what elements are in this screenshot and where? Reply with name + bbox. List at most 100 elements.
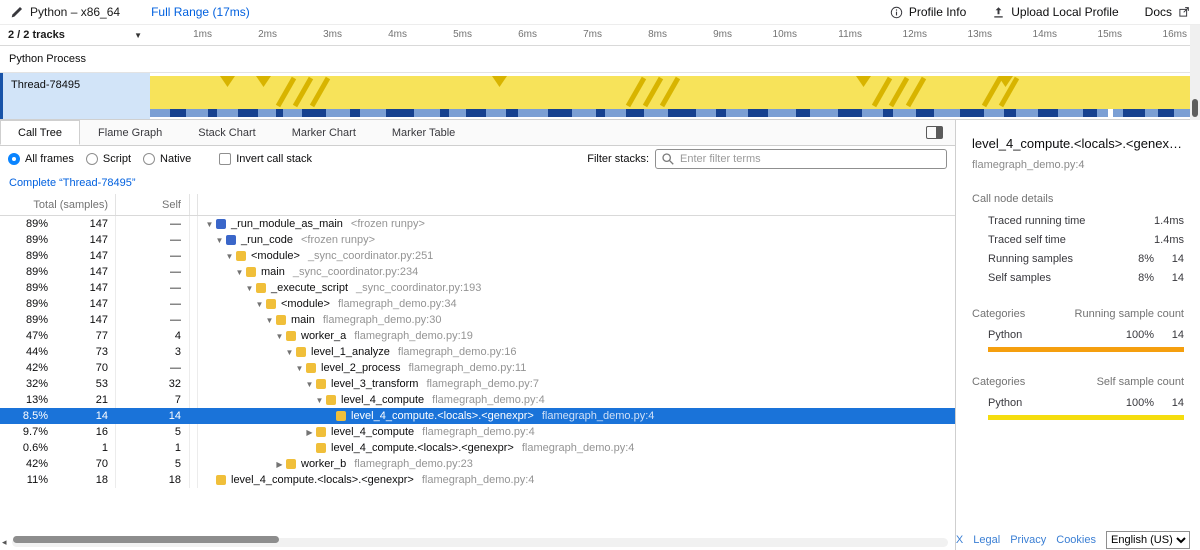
table-row[interactable]: 89%147—▼mainflamegraph_demo.py:30	[0, 312, 955, 328]
breadcrumb[interactable]: Complete “Thread-78495”	[0, 172, 955, 194]
thread-activity-graph[interactable]	[150, 73, 1190, 119]
selected-node-source: flamegraph_demo.py:4	[972, 159, 1184, 171]
expand-toggle-icon[interactable]: ▼	[274, 332, 285, 341]
source-location: flamegraph_demo.py:4	[422, 474, 535, 486]
sidebar-toggle-icon[interactable]	[926, 126, 943, 139]
table-row[interactable]: 89%147—▼_run_module_as_main<frozen runpy…	[0, 216, 955, 232]
scroll-left-arrow-icon[interactable]: ◂	[2, 537, 7, 548]
table-row[interactable]: 89%147—▼_run_code<frozen runpy>	[0, 232, 955, 248]
row-self-samples: 3	[116, 344, 190, 360]
table-row[interactable]: 89%147—▼<module>flamegraph_demo.py:34	[0, 296, 955, 312]
function-name: worker_b	[301, 458, 346, 470]
row-total-percent: 89%	[0, 282, 48, 294]
time-tick: 10ms	[735, 25, 800, 45]
tracks-dropdown[interactable]: 2 / 2 tracks ▼	[0, 25, 150, 45]
language-select[interactable]: English (US)	[1106, 531, 1190, 549]
vertical-scrollbar-thumb[interactable]	[1192, 99, 1198, 117]
time-tick: 8ms	[605, 25, 670, 45]
tab-flame-graph[interactable]: Flame Graph	[80, 120, 180, 145]
tab-stack-chart[interactable]: Stack Chart	[180, 120, 273, 145]
expand-toggle-icon[interactable]: ▼	[294, 364, 305, 373]
function-name: level_4_compute.<locals>.<genexpr>	[331, 442, 514, 454]
detail-percent: 8%	[1118, 272, 1154, 284]
expand-toggle-icon[interactable]: ▼	[204, 220, 215, 229]
row-total-percent: 47%	[0, 330, 48, 342]
table-row[interactable]: 89%147—▼main_sync_coordinator.py:234	[0, 264, 955, 280]
row-total-percent: 89%	[0, 218, 48, 230]
thread-track-label[interactable]: Thread-78495	[0, 73, 150, 119]
activity-graph-canvas	[150, 76, 1190, 117]
native-label[interactable]: Native	[160, 153, 191, 165]
script-label[interactable]: Script	[103, 153, 131, 165]
detail-row: Traced running time1.4ms	[972, 215, 1184, 227]
detail-row: Self samples8%14	[972, 272, 1184, 284]
selected-node-title: level_4_compute.<locals>.<genexpr>	[972, 136, 1184, 151]
upload-profile-button[interactable]: Upload Local Profile	[992, 5, 1118, 19]
expand-toggle-icon[interactable]: ▼	[314, 396, 325, 405]
source-location: <frozen runpy>	[301, 234, 375, 246]
source-location: flamegraph_demo.py:4	[422, 426, 535, 438]
expand-toggle-icon[interactable]: ▼	[224, 252, 235, 261]
table-row[interactable]: 89%147—▼<module>_sync_coordinator.py:251	[0, 248, 955, 264]
tab-call-tree[interactable]: Call Tree	[0, 120, 80, 145]
legal-link[interactable]: Legal	[973, 534, 1000, 546]
table-row[interactable]: 13%217▼level_4_computeflamegraph_demo.py…	[0, 392, 955, 408]
footer-close-button[interactable]: X	[956, 534, 963, 546]
invert-call-stack-checkbox[interactable]	[219, 153, 231, 165]
profile-info-button[interactable]: Profile Info	[890, 5, 966, 19]
table-row[interactable]: 47%774▼worker_aflamegraph_demo.py:19	[0, 328, 955, 344]
privacy-link[interactable]: Privacy	[1010, 534, 1046, 546]
invert-call-stack-label[interactable]: Invert call stack	[236, 153, 312, 165]
full-range-button[interactable]: Full Range (17ms)	[151, 5, 250, 19]
category-square-icon	[316, 443, 326, 453]
table-row[interactable]: 8.5%1414level_4_compute.<locals>.<genexp…	[0, 408, 955, 424]
native-radio[interactable]	[143, 153, 155, 165]
tracks-vertical-scrollbar[interactable]	[1190, 25, 1200, 120]
call-tree-panel: Call TreeFlame GraphStack ChartMarker Ch…	[0, 120, 955, 535]
filter-stacks-input[interactable]	[655, 149, 947, 169]
time-tick: 16ms	[1125, 25, 1190, 45]
table-row[interactable]: 32%5332▼level_3_transformflamegraph_demo…	[0, 376, 955, 392]
tab-marker-table[interactable]: Marker Table	[374, 120, 473, 145]
docs-link[interactable]: Docs	[1145, 5, 1190, 19]
process-track[interactable]: Python Process	[0, 46, 1190, 73]
cookies-link[interactable]: Cookies	[1056, 534, 1096, 546]
row-total-samples: 147	[48, 264, 116, 280]
table-row[interactable]: 11%1818level_4_compute.<locals>.<genexpr…	[0, 472, 955, 488]
row-total-samples: 16	[48, 424, 116, 440]
expand-toggle-icon[interactable]: ▼	[264, 316, 275, 325]
total-samples-column-header[interactable]: Total (samples)	[0, 194, 116, 215]
expand-toggle-icon[interactable]: ▼	[254, 300, 265, 309]
thread-track[interactable]: Thread-78495	[0, 73, 1190, 120]
script-radio[interactable]	[86, 153, 98, 165]
row-total-samples: 70	[48, 360, 116, 376]
horizontal-scrollbar-thumb[interactable]	[13, 536, 279, 543]
table-row[interactable]: 44%733▼level_1_analyzeflamegraph_demo.py…	[0, 344, 955, 360]
table-row[interactable]: 9.7%165▶level_4_computeflamegraph_demo.p…	[0, 424, 955, 440]
table-row[interactable]: 0.6%11level_4_compute.<locals>.<genexpr>…	[0, 440, 955, 456]
row-self-samples: —	[116, 296, 190, 312]
table-row[interactable]: 42%705▶worker_bflamegraph_demo.py:23	[0, 456, 955, 472]
expand-toggle-icon[interactable]: ▼	[304, 380, 315, 389]
expand-toggle-icon[interactable]: ▼	[214, 236, 225, 245]
category-square-icon	[226, 235, 236, 245]
expand-toggle-icon[interactable]: ▼	[244, 284, 255, 293]
expand-toggle-icon[interactable]: ▶	[304, 428, 315, 437]
expand-toggle-icon[interactable]: ▼	[284, 348, 295, 357]
row-self-samples: —	[116, 232, 190, 248]
all-frames-radio[interactable]	[8, 153, 20, 165]
row-total-samples: 21	[48, 392, 116, 408]
category-square-icon	[216, 475, 226, 485]
time-ticks: 1ms2ms3ms4ms5ms6ms7ms8ms9ms10ms11ms12ms1…	[150, 25, 1190, 45]
expand-toggle-icon[interactable]: ▼	[234, 268, 245, 277]
expand-toggle-icon[interactable]: ▶	[274, 460, 285, 469]
category-square-icon	[316, 379, 326, 389]
detail-label: Running samples	[988, 253, 1118, 265]
all-frames-label[interactable]: All frames	[25, 153, 74, 165]
tab-marker-chart[interactable]: Marker Chart	[274, 120, 374, 145]
row-total-samples: 147	[48, 312, 116, 328]
self-column-header[interactable]: Self	[116, 194, 190, 215]
table-row[interactable]: 89%147—▼_execute_script_sync_coordinator…	[0, 280, 955, 296]
table-row[interactable]: 42%70—▼level_2_processflamegraph_demo.py…	[0, 360, 955, 376]
row-total-samples: 1	[48, 440, 116, 456]
